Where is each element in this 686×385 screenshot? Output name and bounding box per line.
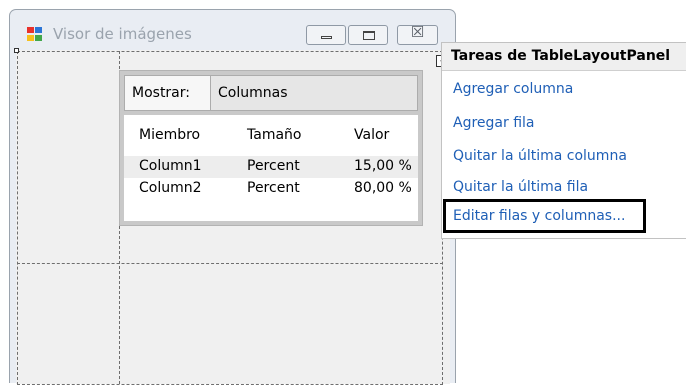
header-value: Valor <box>354 127 390 143</box>
maximize-icon <box>363 31 375 40</box>
column-styles-dialog: Mostrar: Columnas Miembro Tamaño Valor C… <box>119 70 423 226</box>
table-row[interactable]: Column2 Percent 80,00 % <box>124 178 418 200</box>
edit-rows-columns-link[interactable]: Editar filas y columnas... <box>443 199 646 233</box>
cell-value: 15,00 % <box>354 158 412 174</box>
show-dropdown[interactable]: Columnas <box>211 76 417 110</box>
cell-member: Column1 <box>139 158 202 174</box>
form-icon <box>27 27 43 42</box>
title-bar: Visor de imágenes ☒ <box>10 10 455 50</box>
add-row-link[interactable]: Agregar fila <box>453 115 534 131</box>
grid-header: Miembro Tamaño Valor <box>124 125 418 147</box>
cell-value: 80,00 % <box>354 180 412 196</box>
remove-last-row-link[interactable]: Quitar la última fila <box>453 179 588 195</box>
row-divider[interactable] <box>17 263 443 264</box>
close-icon: ☒ <box>410 23 425 41</box>
cell-size: Percent <box>247 180 300 196</box>
show-label: Mostrar: <box>132 85 190 101</box>
styles-grid: Miembro Tamaño Valor Column1 Percent 15,… <box>124 115 418 221</box>
show-selector: Mostrar: Columnas <box>124 75 418 111</box>
cell-size: Percent <box>247 158 300 174</box>
selection-grip[interactable] <box>14 48 19 53</box>
close-button[interactable]: ☒ <box>397 23 438 45</box>
remove-last-column-link[interactable]: Quitar la última columna <box>453 148 627 164</box>
smart-tag-panel: Tareas de TableLayoutPanel Agregar colum… <box>441 42 686 239</box>
panel-title: Tareas de TableLayoutPanel <box>442 43 686 71</box>
header-member: Miembro <box>139 127 201 143</box>
minimize-icon <box>321 36 332 39</box>
window-title: Visor de imágenes <box>53 25 192 43</box>
add-column-link[interactable]: Agregar columna <box>453 81 573 97</box>
minimize-button[interactable] <box>306 25 346 45</box>
table-row[interactable]: Column1 Percent 15,00 % <box>124 156 418 178</box>
header-size: Tamaño <box>247 127 302 143</box>
maximize-button[interactable] <box>348 25 388 45</box>
cell-member: Column2 <box>139 180 202 196</box>
